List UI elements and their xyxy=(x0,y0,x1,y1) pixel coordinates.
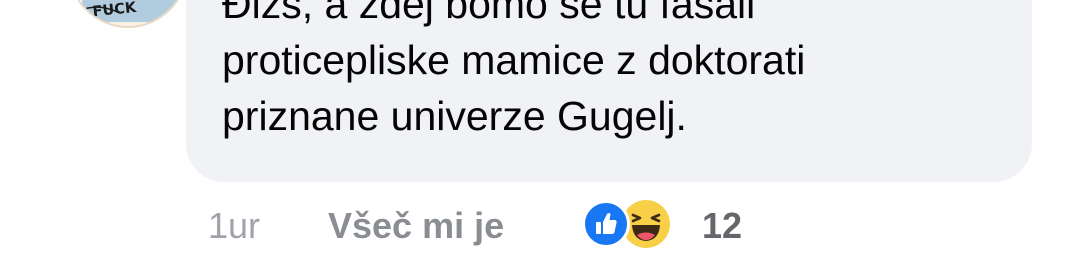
comment-text: Đizs, a zdej bomo se tu fasali proticepl… xyxy=(222,0,806,139)
reaction-count[interactable]: 12 xyxy=(702,206,742,246)
avatar-image: FUCK xyxy=(70,0,186,26)
comment-actions: 1ur Všeč mi je 12 xyxy=(0,198,1080,254)
avatar[interactable]: FUCK xyxy=(68,0,188,28)
comment-timestamp[interactable]: 1ur xyxy=(208,206,260,246)
like-button[interactable]: Všeč mi je xyxy=(328,206,504,246)
like-icon xyxy=(582,200,630,248)
